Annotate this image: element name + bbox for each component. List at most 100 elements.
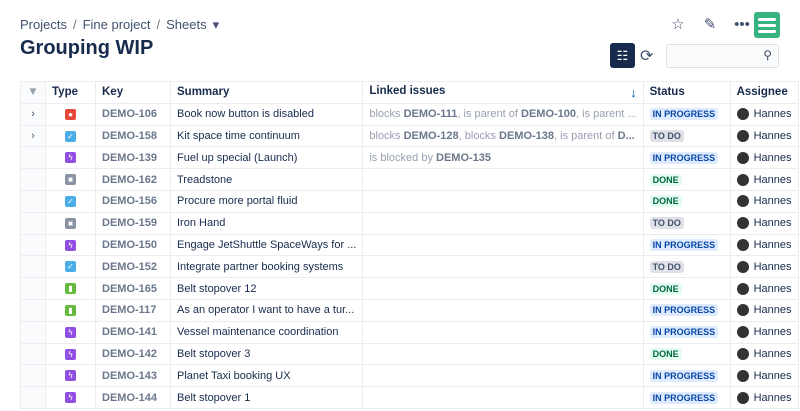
status-badge: TO DO: [649, 260, 684, 273]
issue-summary[interactable]: Book now button is disabled: [169, 102, 364, 126]
star-icon[interactable]: ☆: [668, 14, 688, 34]
expand-chevron-icon[interactable]: [20, 277, 46, 300]
expand-chevron-icon[interactable]: ›: [20, 102, 46, 126]
issue-summary[interactable]: Iron Hand: [169, 211, 364, 235]
linked-issues-cell[interactable]: [362, 211, 644, 235]
table-row[interactable]: ϟ DEMO-150 Engage JetShuttle SpaceWays f…: [20, 233, 799, 257]
issue-key[interactable]: DEMO-143: [95, 364, 171, 388]
issue-summary[interactable]: Treadstone: [169, 168, 364, 191]
linked-issues-cell[interactable]: blocks DEMO-128, blocks DEMO-138, is par…: [362, 124, 644, 148]
expand-chevron-icon[interactable]: [20, 211, 46, 235]
expand-chevron-icon[interactable]: [20, 320, 46, 344]
more-icon[interactable]: •••: [732, 14, 752, 34]
issue-summary[interactable]: Fuel up special (Launch): [169, 146, 364, 170]
expand-chevron-icon[interactable]: [20, 146, 46, 170]
issue-key[interactable]: DEMO-162: [95, 168, 171, 191]
linked-issues-cell[interactable]: blocks DEMO-111, is parent of DEMO-100, …: [362, 102, 644, 126]
col-linked-issues[interactable]: Linked issues ↓: [362, 81, 644, 104]
breadcrumb-sheets[interactable]: Sheets: [166, 17, 206, 33]
table-row[interactable]: › ● DEMO-106 Book now button is disabled…: [20, 102, 799, 126]
table-row[interactable]: ϟ DEMO-143 Planet Taxi booking UX IN PRO…: [20, 364, 799, 388]
assignee-name: Hannes: [753, 129, 792, 142]
issue-key[interactable]: DEMO-139: [95, 146, 171, 170]
expand-chevron-icon[interactable]: [20, 364, 46, 388]
issue-summary[interactable]: Belt stopover 1: [169, 386, 364, 409]
issue-summary[interactable]: Engage JetShuttle SpaceWays for ...: [169, 233, 364, 257]
issue-summary[interactable]: Procure more portal fluid: [169, 189, 364, 213]
issue-key[interactable]: DEMO-158: [95, 124, 171, 148]
breadcrumb-project[interactable]: Fine project: [83, 17, 151, 33]
search-icon: ⚲: [763, 48, 772, 62]
issue-key[interactable]: DEMO-156: [95, 189, 171, 213]
expand-chevron-icon[interactable]: [20, 298, 46, 322]
linked-issues-cell[interactable]: [362, 255, 644, 279]
expand-chevron-icon[interactable]: [20, 233, 46, 257]
issue-summary[interactable]: Planet Taxi booking UX: [169, 364, 364, 388]
linked-issue-key[interactable]: DEMO-100: [521, 108, 576, 120]
issue-summary[interactable]: Belt stopover 12: [169, 277, 364, 300]
chevron-down-icon[interactable]: ▾: [213, 17, 220, 33]
table-row[interactable]: ϟ DEMO-141 Vessel maintenance coordinati…: [20, 320, 799, 344]
sort-arrow-icon[interactable]: ↓: [630, 85, 637, 100]
filter-icon[interactable]: ▼: [20, 81, 46, 104]
issue-summary[interactable]: As an operator I want to have a tur...: [169, 298, 364, 322]
issue-key[interactable]: DEMO-165: [95, 277, 171, 300]
table-row[interactable]: ϟ DEMO-142 Belt stopover 3 DONE Hannes: [20, 342, 799, 366]
issue-summary[interactable]: Integrate partner booking systems: [169, 255, 364, 279]
linked-issue-key[interactable]: D...: [618, 130, 635, 142]
issue-key[interactable]: DEMO-152: [95, 255, 171, 279]
linked-issues-cell[interactable]: [362, 168, 644, 191]
expand-chevron-icon[interactable]: [20, 189, 46, 213]
epic-type-icon: ϟ: [65, 348, 76, 360]
linked-issue-key[interactable]: DEMO-128: [404, 130, 459, 142]
table-row[interactable]: › ✓ DEMO-158 Kit space time continuum bl…: [20, 124, 799, 148]
hierarchy-toggle-button[interactable]: ☷: [610, 43, 635, 68]
table-row[interactable]: ✓ DEMO-156 Procure more portal fluid DON…: [20, 189, 799, 213]
linked-issues-cell[interactable]: [362, 233, 644, 257]
issue-key[interactable]: DEMO-106: [95, 102, 171, 126]
table-row[interactable]: ✓ DEMO-152 Integrate partner booking sys…: [20, 255, 799, 279]
table-row[interactable]: ■ DEMO-159 Iron Hand TO DO Hannes: [20, 211, 799, 235]
issue-key[interactable]: DEMO-141: [95, 320, 171, 344]
issue-summary[interactable]: Belt stopover 3: [169, 342, 364, 366]
issue-summary[interactable]: Vessel maintenance coordination: [169, 320, 364, 344]
linked-issues-cell[interactable]: [362, 277, 644, 300]
col-type[interactable]: Type: [45, 81, 96, 104]
breadcrumb-projects[interactable]: Projects: [20, 17, 67, 33]
expand-chevron-icon[interactable]: [20, 255, 46, 279]
expand-chevron-icon[interactable]: [20, 386, 46, 409]
col-assignee[interactable]: Assignee: [729, 81, 799, 104]
col-status[interactable]: Status: [642, 81, 731, 104]
issue-key[interactable]: DEMO-142: [95, 342, 171, 366]
expand-chevron-icon[interactable]: ›: [20, 124, 46, 148]
linked-issue-key[interactable]: DEMO-135: [436, 152, 491, 164]
col-summary[interactable]: Summary: [169, 81, 364, 104]
table-row[interactable]: ϟ DEMO-144 Belt stopover 1 IN PROGRESS H…: [20, 386, 799, 409]
expand-chevron-icon[interactable]: [20, 168, 46, 191]
linked-issue-key[interactable]: DEMO-138: [499, 130, 554, 142]
edit-pencil-icon[interactable]: ✎: [700, 14, 720, 34]
issue-key[interactable]: DEMO-117: [95, 298, 171, 322]
linked-issues-cell[interactable]: [362, 386, 644, 409]
issue-key[interactable]: DEMO-150: [95, 233, 171, 257]
table-row[interactable]: ϟ DEMO-139 Fuel up special (Launch) is b…: [20, 146, 799, 170]
col-key[interactable]: Key: [95, 81, 171, 104]
linked-issues-cell[interactable]: [362, 342, 644, 366]
linked-issues-cell[interactable]: [362, 298, 644, 322]
linked-issues-cell[interactable]: [362, 364, 644, 388]
table-row[interactable]: ▮ DEMO-165 Belt stopover 12 DONE Hannes: [20, 277, 799, 300]
linked-issues-cell[interactable]: [362, 320, 644, 344]
table-row[interactable]: ▮ DEMO-117 As an operator I want to have…: [20, 298, 799, 322]
issue-key[interactable]: DEMO-159: [95, 211, 171, 235]
table-row[interactable]: ■ DEMO-162 Treadstone DONE Hannes: [20, 168, 799, 191]
link-relation: blocks: [369, 129, 404, 142]
linked-issues-cell[interactable]: is blocked by DEMO-135: [362, 146, 644, 170]
refresh-icon[interactable]: ⟳: [640, 46, 653, 66]
issue-key[interactable]: DEMO-144: [95, 386, 171, 409]
issue-summary[interactable]: Kit space time continuum: [169, 124, 364, 148]
search-input[interactable]: ⚲: [666, 44, 779, 68]
linked-issues-cell[interactable]: [362, 189, 644, 213]
app-logo[interactable]: [754, 12, 780, 38]
linked-issue-key[interactable]: DEMO-111: [404, 108, 458, 120]
expand-chevron-icon[interactable]: [20, 342, 46, 366]
